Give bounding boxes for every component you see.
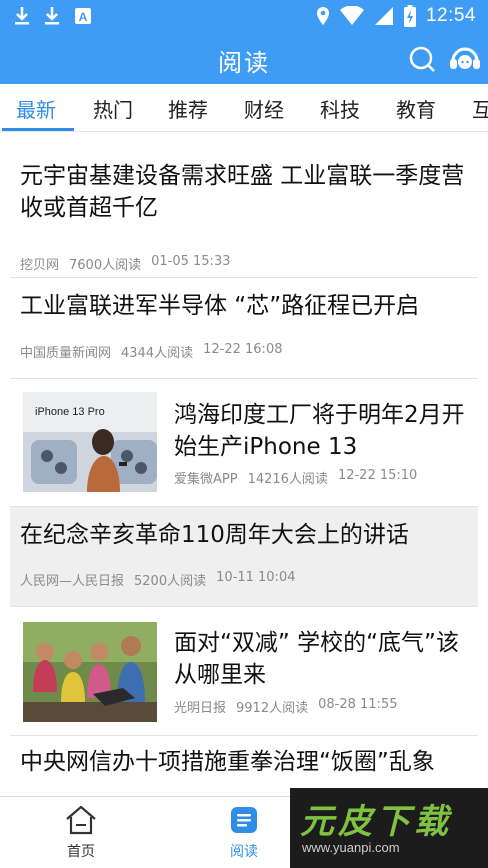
article-meta: 人民网—人民日报 5200人阅读 10-11 10:04: [20, 570, 295, 589]
article-title: 工业富联进军半导体 “芯”路征程已开启: [20, 293, 420, 319]
notification-icons: A: [14, 6, 92, 26]
svg-text:A: A: [79, 10, 88, 24]
tab-finance[interactable]: 财经: [244, 94, 284, 123]
nav-home[interactable]: 首页: [41, 805, 121, 861]
tab-hot[interactable]: 热门: [93, 94, 133, 123]
category-tabs: 最新 热门 推荐 财经 科技 教育 互: [0, 84, 488, 132]
watermark-logo: 元皮下载: [300, 802, 452, 842]
article-item[interactable]: 中央网信办十项措施重拳治理“饭圈”乱象: [10, 736, 478, 796]
status-bar: A 12:54: [0, 0, 488, 34]
tab-tech[interactable]: 科技: [320, 94, 360, 123]
tab-education[interactable]: 教育: [396, 94, 436, 123]
article-meta: 光明日报 9912人阅读 08-28 11:55: [174, 697, 397, 716]
thumbnail-caption: iPhone 13 Pro: [35, 406, 105, 418]
article-thumbnail: [23, 622, 157, 722]
article-reads: 5200人阅读: [134, 574, 207, 589]
article-reads: 9912人阅读: [236, 701, 309, 716]
keyboard-a-icon: A: [75, 8, 91, 24]
article-time: 01-05 15:33: [151, 254, 231, 269]
article-meta: 中国质量新闻网 4344人阅读 12-22 16:08: [20, 342, 282, 361]
signal-icon: [374, 7, 393, 25]
iphone-photo: iPhone 13 Pro: [23, 392, 157, 492]
article-feed[interactable]: 元宇宙基建设备需求旺盛 工业富联一季度营收或首超千亿 挖贝网 7600人阅读 0…: [0, 132, 488, 796]
nav-reading[interactable]: 阅读: [204, 805, 284, 861]
article-source: 挖贝网: [20, 258, 60, 273]
article-time: 08-28 11:55: [318, 697, 398, 712]
watermark: 元皮下载 www.yuanpi.com: [290, 788, 488, 868]
app-header: 阅读: [0, 34, 488, 84]
system-icons: 12:54: [316, 5, 476, 27]
article-title: 中央网信办十项措施重拳治理“饭圈”乱象: [20, 749, 435, 775]
article-title: 元宇宙基建设备需求旺盛 工业富联一季度营收或首超千亿: [20, 163, 465, 221]
active-tab-indicator: [2, 128, 74, 131]
article-reads: 4344人阅读: [121, 346, 194, 361]
article-item[interactable]: 工业富联进军半导体 “芯”路征程已开启 中国质量新闻网 4344人阅读 12-2…: [10, 278, 478, 379]
article-time: 12-22 15:10: [337, 468, 418, 483]
article-title: 鸿海印度工厂将于明年2月开始生产iPhone 13: [174, 402, 465, 460]
article-item[interactable]: 在纪念辛亥革命110周年大会上的讲话 人民网—人民日报 5200人阅读 10-1…: [10, 507, 478, 607]
article-source: 光明日报: [174, 701, 227, 716]
nav-reading-label: 阅读: [230, 844, 258, 860]
location-icon: [316, 7, 329, 25]
article-title: 在纪念辛亥革命110周年大会上的讲话: [20, 522, 409, 548]
article-thumbnail: iPhone 13 Pro: [23, 392, 157, 492]
article-reads: 7600人阅读: [69, 258, 142, 273]
article-source: 人民网—人民日报: [20, 574, 125, 589]
article-meta: 爱集微APP 14216人阅读 12-22 15:10: [174, 468, 417, 487]
home-icon: [66, 805, 96, 835]
reading-icon: [231, 807, 257, 833]
nav-home-label: 首页: [67, 844, 95, 860]
tab-latest[interactable]: 最新: [16, 94, 56, 123]
article-item[interactable]: iPhone 13 Pro 鸿海印度工厂将于明年2月开始生产iPhone 13 …: [10, 379, 478, 507]
tab-recommended[interactable]: 推荐: [168, 94, 208, 123]
wifi-icon: [339, 6, 364, 25]
download-icon: [15, 7, 29, 25]
article-item[interactable]: 元宇宙基建设备需求旺盛 工业富联一季度营收或首超千亿 挖贝网 7600人阅读 0…: [10, 146, 478, 278]
status-time: 12:54: [425, 5, 476, 26]
article-meta: 挖贝网 7600人阅读 01-05 15:33: [20, 254, 230, 273]
search-icon: [409, 46, 435, 72]
article-source: 爱集微APP: [174, 472, 238, 487]
article-source: 中国质量新闻网: [20, 346, 112, 361]
article-title: 面对“双减” 学校的“底气”该从哪里来: [174, 630, 459, 688]
download-icon: [45, 7, 59, 25]
customer-service-icon: [450, 47, 480, 69]
article-time: 12-22 16:08: [203, 342, 283, 357]
watermark-url: www.yuanpi.com: [302, 840, 400, 855]
battery-charging-icon: [403, 5, 416, 27]
tab-more[interactable]: 互: [472, 94, 488, 123]
article-reads: 14216人阅读: [247, 472, 328, 487]
article-time: 10-11 10:04: [216, 570, 296, 585]
children-photo: [23, 622, 157, 722]
search-button[interactable]: [406, 43, 438, 75]
customer-service-button[interactable]: [448, 43, 480, 75]
article-item[interactable]: 面对“双减” 学校的“底气”该从哪里来 光明日报 9912人阅读 08-28 1…: [10, 607, 478, 736]
